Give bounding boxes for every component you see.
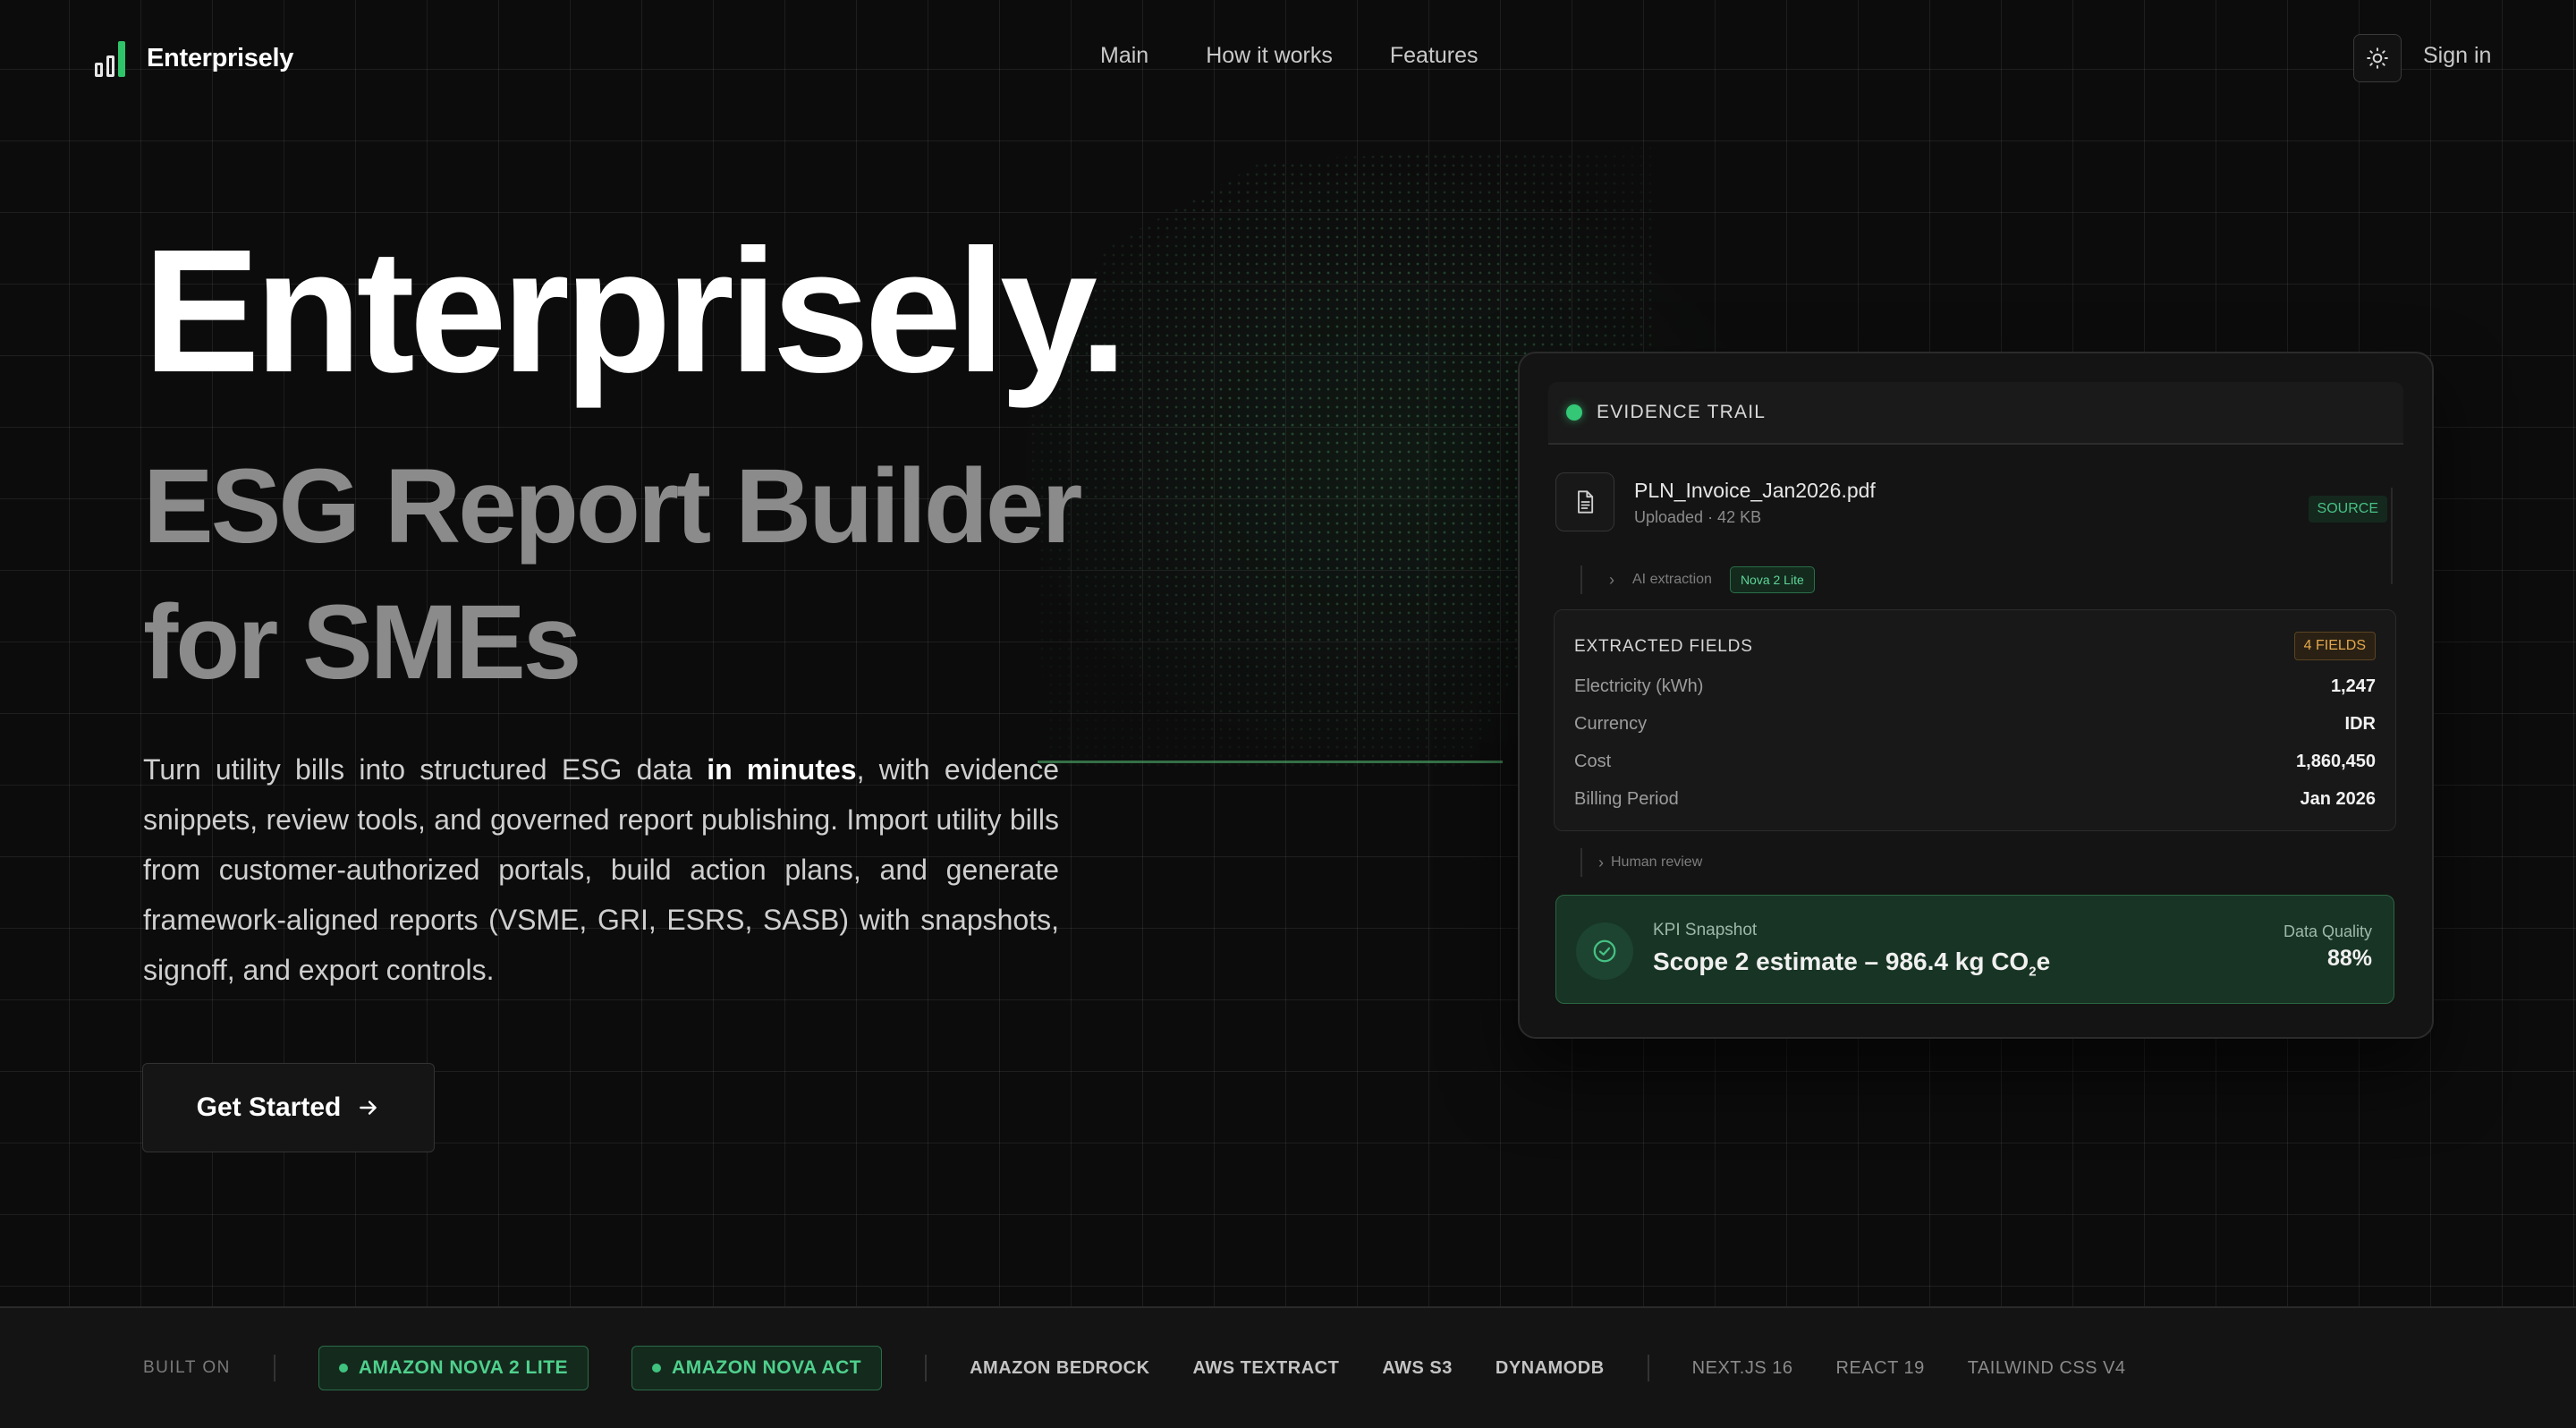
data-quality-value: 88% <box>2326 946 2372 971</box>
source-badge: SOURCE <box>2308 496 2387 523</box>
tech-item: REACT 19 <box>1835 1357 1925 1378</box>
brand-logo-link[interactable]: Enterprisely <box>86 34 293 82</box>
sun-icon <box>2367 47 2388 69</box>
file-right-rail <box>2391 488 2393 584</box>
divider <box>1647 1355 1649 1381</box>
status-dot <box>652 1364 662 1373</box>
field-value: Jan 2026 <box>2300 788 2376 809</box>
tech-item: DYNAMODB <box>1495 1357 1605 1378</box>
hero-subtitle: ESG Report Builder for SMEs <box>143 438 1145 710</box>
field-row: Electricity (kWh) 1,247 <box>1574 673 2376 700</box>
brand-name: Enterprisely <box>147 43 294 72</box>
built-on-label: BUILT ON <box>143 1358 231 1377</box>
field-value: 1,247 <box>2330 676 2376 696</box>
field-label: Cost <box>1574 751 1612 771</box>
hero-desc-text-1: Turn utility bills into structured ESG d… <box>143 753 708 786</box>
fields-count-badge: 4 FIELDS <box>2293 632 2376 660</box>
field-value: IDR <box>2344 713 2376 734</box>
timeline-line <box>1580 565 1582 594</box>
data-quality-label: Data Quality <box>2283 922 2372 940</box>
built-on-row: BUILT ON AMAZON NOVA 2 LITE AMAZON NOVA … <box>143 1344 2169 1392</box>
ai-extraction-label: AI extraction <box>1632 572 1712 587</box>
hero-subtitle-line-1: ESG Report Builder <box>143 447 1082 565</box>
hero-description: Turn utility bills into structured ESG d… <box>143 744 1059 995</box>
divider <box>925 1355 928 1381</box>
hero-title: Enterprisely. <box>143 213 1128 409</box>
extracted-fields-panel: EXTRACTED FIELDS 4 FIELDS Electricity (k… <box>1554 609 2396 831</box>
landing-page: Enterprisely Main How it works Features … <box>0 0 2576 1428</box>
tech-item: AWS S3 <box>1382 1357 1453 1378</box>
evidence-trail-card: EVIDENCE TRAIL PLN_Invoice_Jan2026.pdf U… <box>1518 352 2434 1039</box>
tech-pill-label: AMAZON NOVA 2 LITE <box>358 1357 569 1378</box>
divider <box>273 1355 275 1381</box>
built-on-strip: BUILT ON AMAZON NOVA 2 LITE AMAZON NOVA … <box>0 1306 2576 1428</box>
tech-item: NEXT.JS 16 <box>1691 1357 1793 1378</box>
status-dot <box>338 1364 348 1373</box>
kpi-value-main: Scope 2 estimate – 986.4 kg CO <box>1653 948 2029 975</box>
ai-extraction-step[interactable]: › AI extraction Nova 2 Lite <box>1580 565 1815 595</box>
tech-item: TAILWIND CSS V4 <box>1967 1357 2126 1378</box>
chevron-right-icon: › <box>1598 853 1604 871</box>
get-started-label: Get Started <box>196 1092 342 1122</box>
tech-pill-nova-act: AMAZON NOVA ACT <box>631 1346 883 1390</box>
nova-model-badge: Nova 2 Lite <box>1729 566 1815 593</box>
tech-pill-nova-lite: AMAZON NOVA 2 LITE <box>318 1346 589 1390</box>
document-icon <box>1555 472 1614 531</box>
live-status-dot <box>1566 404 1582 421</box>
field-label: Electricity (kWh) <box>1574 676 1704 696</box>
tech-item: AMAZON BEDROCK <box>970 1357 1150 1378</box>
evidence-card-title: EVIDENCE TRAIL <box>1597 402 1767 422</box>
sign-in-link[interactable]: Sign in <box>2423 43 2491 69</box>
evidence-card-header: EVIDENCE TRAIL <box>1548 382 2403 445</box>
field-label: Currency <box>1574 713 1648 734</box>
nav-link-how-it-works[interactable]: How it works <box>1206 43 1333 69</box>
nav-link-features[interactable]: Features <box>1390 43 1479 69</box>
kpi-value-tail: e <box>2036 948 2051 975</box>
extracted-fields-title: EXTRACTED FIELDS <box>1574 637 1753 656</box>
field-row: Currency IDR <box>1574 710 2376 737</box>
hero-desc-emphasis: in minutes <box>707 753 857 786</box>
source-file-row: PLN_Invoice_Jan2026.pdf Uploaded · 42 KB… <box>1555 472 2396 562</box>
field-row: Billing Period Jan 2026 <box>1574 786 2376 812</box>
field-value: 1,860,450 <box>2296 751 2376 771</box>
kpi-snapshot-panel: KPI Snapshot Scope 2 estimate – 986.4 kg… <box>1555 895 2394 1004</box>
tech-item: AWS TEXTRACT <box>1192 1357 1340 1378</box>
human-review-label: Human review <box>1611 854 1703 870</box>
kpi-label: KPI Snapshot <box>1653 921 1758 939</box>
hero-subtitle-line-2: for SMEs <box>143 583 581 701</box>
nav-link-main[interactable]: Main <box>1100 43 1148 69</box>
check-circle-icon <box>1576 922 1633 980</box>
arrow-right-icon <box>360 1101 377 1115</box>
get-started-button[interactable]: Get Started <box>142 1063 435 1152</box>
bar-chart-logo-icon <box>86 34 131 82</box>
nav-links: Main How it works Features <box>1100 43 1479 69</box>
timeline-line <box>1580 848 1582 877</box>
field-row: Cost 1,860,450 <box>1574 748 2376 775</box>
kpi-value-subscript: 2 <box>2029 964 2037 980</box>
file-name: PLN_Invoice_Jan2026.pdf <box>1634 479 1876 502</box>
human-review-step[interactable]: › Human review <box>1580 847 1702 878</box>
kpi-value: Scope 2 estimate – 986.4 kg CO2e <box>1653 948 2050 980</box>
chevron-right-icon: › <box>1609 570 1614 589</box>
field-label: Billing Period <box>1574 788 1679 809</box>
file-meta: Uploaded · 42 KB <box>1634 508 1762 526</box>
theme-toggle-button[interactable] <box>2353 34 2402 82</box>
dot-cube-base-line <box>1038 761 1503 763</box>
top-nav: Enterprisely Main How it works Features … <box>0 0 2576 116</box>
hero-desc-text-2: , with evidence snippets, review tools, … <box>143 753 1060 986</box>
tech-pill-label: AMAZON NOVA ACT <box>672 1357 862 1378</box>
